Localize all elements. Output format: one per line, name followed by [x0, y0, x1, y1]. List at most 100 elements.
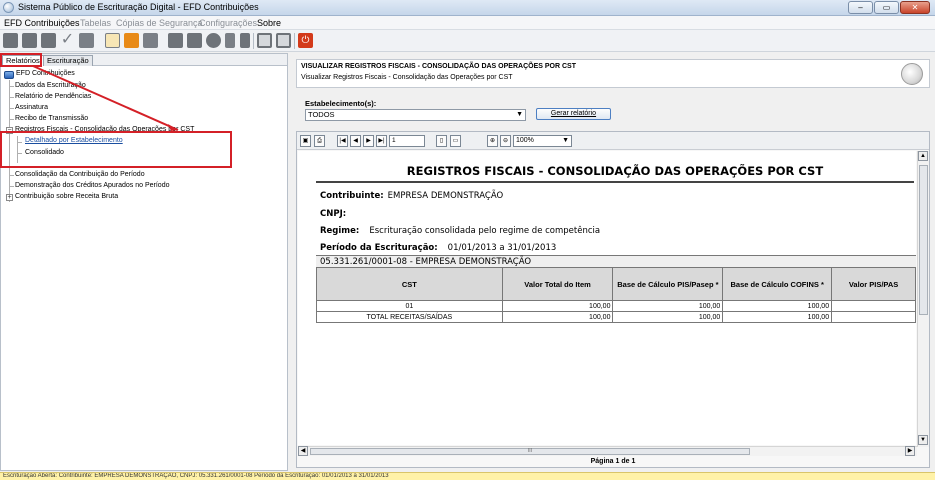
tree-item-dados-escrituracao[interactable]: Dados da Escrituração: [15, 82, 86, 89]
cnpj-line: CNPJ:: [320, 209, 350, 219]
prev-page-icon[interactable]: ◀: [350, 135, 361, 147]
table-header-row: CST Valor Total do Item Base de Cálculo …: [316, 267, 916, 301]
print-icon[interactable]: ⎙: [314, 135, 325, 147]
toolbar: ✓ ⏻: [0, 30, 935, 52]
print-icon[interactable]: [105, 33, 120, 48]
table-cell: 100,00: [501, 300, 614, 312]
open-file-icon[interactable]: [22, 33, 37, 48]
tree-root[interactable]: EFD Contribuições: [16, 70, 75, 77]
generate-report-button[interactable]: Gerar relatório: [536, 108, 611, 120]
cnpj-label: CNPJ:: [320, 209, 347, 219]
menu-bar: EFD Contribuições Tabelas Cópias de Segu…: [0, 16, 935, 30]
scroll-left-icon[interactable]: ◀: [298, 446, 308, 456]
expand-icon[interactable]: +: [6, 194, 13, 201]
tree-item-assinatura[interactable]: Assinatura: [15, 104, 48, 111]
establishment-label: Estabelecimento(s):: [305, 99, 377, 108]
sign-icon[interactable]: [79, 33, 94, 48]
globe-icon[interactable]: [206, 33, 221, 48]
table-cell: [831, 300, 916, 312]
scroll-up-icon[interactable]: ▲: [918, 151, 928, 161]
contribuinte-line: Contribuinte: EMPRESA DEMONSTRAÇÃO: [320, 191, 503, 201]
maximize-button[interactable]: ▭: [874, 1, 899, 14]
table-row: TOTAL RECEITAS/SAÍDAS 100,00 100,00 100,…: [316, 311, 916, 323]
next-page-icon[interactable]: ▶: [363, 135, 374, 147]
close-file-icon[interactable]: [124, 33, 139, 48]
mail-icon[interactable]: [225, 33, 235, 48]
tree-item-consolidacao-contribuicao[interactable]: Consolidação da Contribuição do Período: [15, 171, 145, 178]
tree-connector: [9, 175, 14, 176]
periodo-value: 01/01/2013 a 31/01/2013: [447, 243, 557, 253]
report-title: REGISTROS FISCAIS - CONSOLIDAÇÃO DAS OPE…: [316, 159, 914, 183]
menu-copias-de-seguranca[interactable]: Cópias de Segurança: [116, 18, 203, 28]
tree-item-demonstracao-creditos[interactable]: Demonstração dos Créditos Apurados no Pe…: [15, 182, 169, 189]
delete-icon[interactable]: [143, 33, 158, 48]
minimize-button[interactable]: –: [848, 1, 873, 14]
table-cell: 100,00: [501, 311, 614, 323]
establishment-select-value: TODOS: [308, 110, 335, 119]
regime-line: Regime: Escrituração consolidada pelo reg…: [320, 226, 600, 236]
report-page: REGISTROS FISCAIS - CONSOLIDAÇÃO DAS OPE…: [298, 151, 916, 445]
report-tree: EFD Contribuições Dados da Escrituração …: [1, 67, 287, 470]
col-base-cofins: Base de Cálculo COFINS *: [722, 267, 833, 301]
periodo-line: Período da Escrituração: 01/01/2013 a 31/…: [320, 243, 556, 253]
scroll-down-icon[interactable]: ▼: [918, 435, 928, 445]
establishment-line: 05.331.261/0001-08 - EMPRESA DEMONSTRAÇÃ…: [316, 255, 916, 267]
tree-connector: [9, 86, 14, 87]
app-icon: [3, 2, 14, 13]
chevron-down-icon: ▼: [562, 137, 569, 144]
close-button[interactable]: ✕: [900, 1, 930, 14]
tools-icon[interactable]: [168, 33, 183, 48]
zoom-out-icon[interactable]: ⊖: [500, 135, 511, 147]
tree-connector: [9, 97, 14, 98]
panel-tabs: Relatórios Escrituração: [1, 54, 287, 66]
horizontal-scrollbar[interactable]: ◀ III ▶: [298, 446, 917, 456]
menu-efd-contribuicoes[interactable]: EFD Contribuições: [4, 18, 80, 28]
title-bar: Sistema Público de Escrituração Digital …: [0, 0, 935, 16]
save-icon[interactable]: ▣: [300, 135, 311, 147]
scrollbar-thumb[interactable]: [919, 165, 928, 315]
first-page-icon[interactable]: |◀: [337, 135, 348, 147]
scrollbar-thumb[interactable]: III: [310, 448, 750, 455]
report-icon[interactable]: [276, 33, 291, 48]
menu-configuracoes[interactable]: Configurações: [199, 18, 257, 28]
folder-icon[interactable]: [41, 33, 56, 48]
zoom-select[interactable]: 100% ▼: [513, 135, 572, 147]
table-cell: 100,00: [722, 300, 833, 312]
tree-connector: [9, 186, 14, 187]
tree-item-contribuicao-receita-bruta[interactable]: Contribuição sobre Receita Bruta: [15, 193, 118, 200]
validate-check-icon[interactable]: ✓: [60, 32, 75, 48]
table-cell: 100,00: [722, 311, 833, 323]
annotation-tab-highlight: [0, 53, 42, 67]
col-cst: CST: [316, 267, 503, 301]
menu-tabelas[interactable]: Tabelas: [80, 18, 111, 28]
chevron-down-icon: ▼: [516, 111, 523, 118]
contribuinte-value: EMPRESA DEMONSTRAÇÃO: [387, 191, 504, 201]
grid-icon[interactable]: [257, 33, 272, 48]
page-number-input[interactable]: 1: [389, 135, 425, 147]
single-page-icon[interactable]: ▯: [436, 135, 447, 147]
col-valor-total: Valor Total do Item: [501, 267, 614, 301]
zoom-value: 100%: [516, 137, 534, 144]
last-page-icon[interactable]: ▶|: [376, 135, 387, 147]
shield-icon[interactable]: [240, 33, 250, 48]
report-header: VISUALIZAR REGISTROS FISCAIS - CONSOLIDA…: [296, 59, 930, 88]
fit-page-icon[interactable]: ▭: [450, 135, 461, 147]
efd-book-icon: [4, 71, 14, 79]
report-panel: VISUALIZAR REGISTROS FISCAIS - CONSOLIDA…: [291, 53, 935, 471]
zoom-in-icon[interactable]: ⊕: [487, 135, 498, 147]
menu-sobre[interactable]: Sobre: [257, 18, 281, 28]
users-icon[interactable]: [187, 33, 202, 48]
toolbar-separator: [253, 33, 254, 49]
vertical-scrollbar[interactable]: ▲ ▼: [917, 151, 929, 447]
power-icon[interactable]: ⏻: [298, 33, 313, 48]
table-cell: [831, 311, 916, 323]
establishment-select[interactable]: TODOS ▼: [305, 109, 526, 121]
sped-logo-icon: [901, 63, 923, 85]
tab-escrituracao[interactable]: Escrituração: [43, 55, 93, 66]
tree-item-relatorio-pendencias[interactable]: Relatório de Pendências: [15, 93, 91, 100]
new-file-icon[interactable]: [3, 33, 18, 48]
scroll-right-icon[interactable]: ▶: [905, 446, 915, 456]
left-panel: Relatórios Escrituração EFD Contribuiçõe…: [0, 53, 288, 471]
tree-item-recibo-transmissao[interactable]: Recibo de Transmissão: [15, 115, 88, 122]
status-bar: Escrituração Aberta: Contribuinte: EMPRE…: [0, 472, 935, 480]
